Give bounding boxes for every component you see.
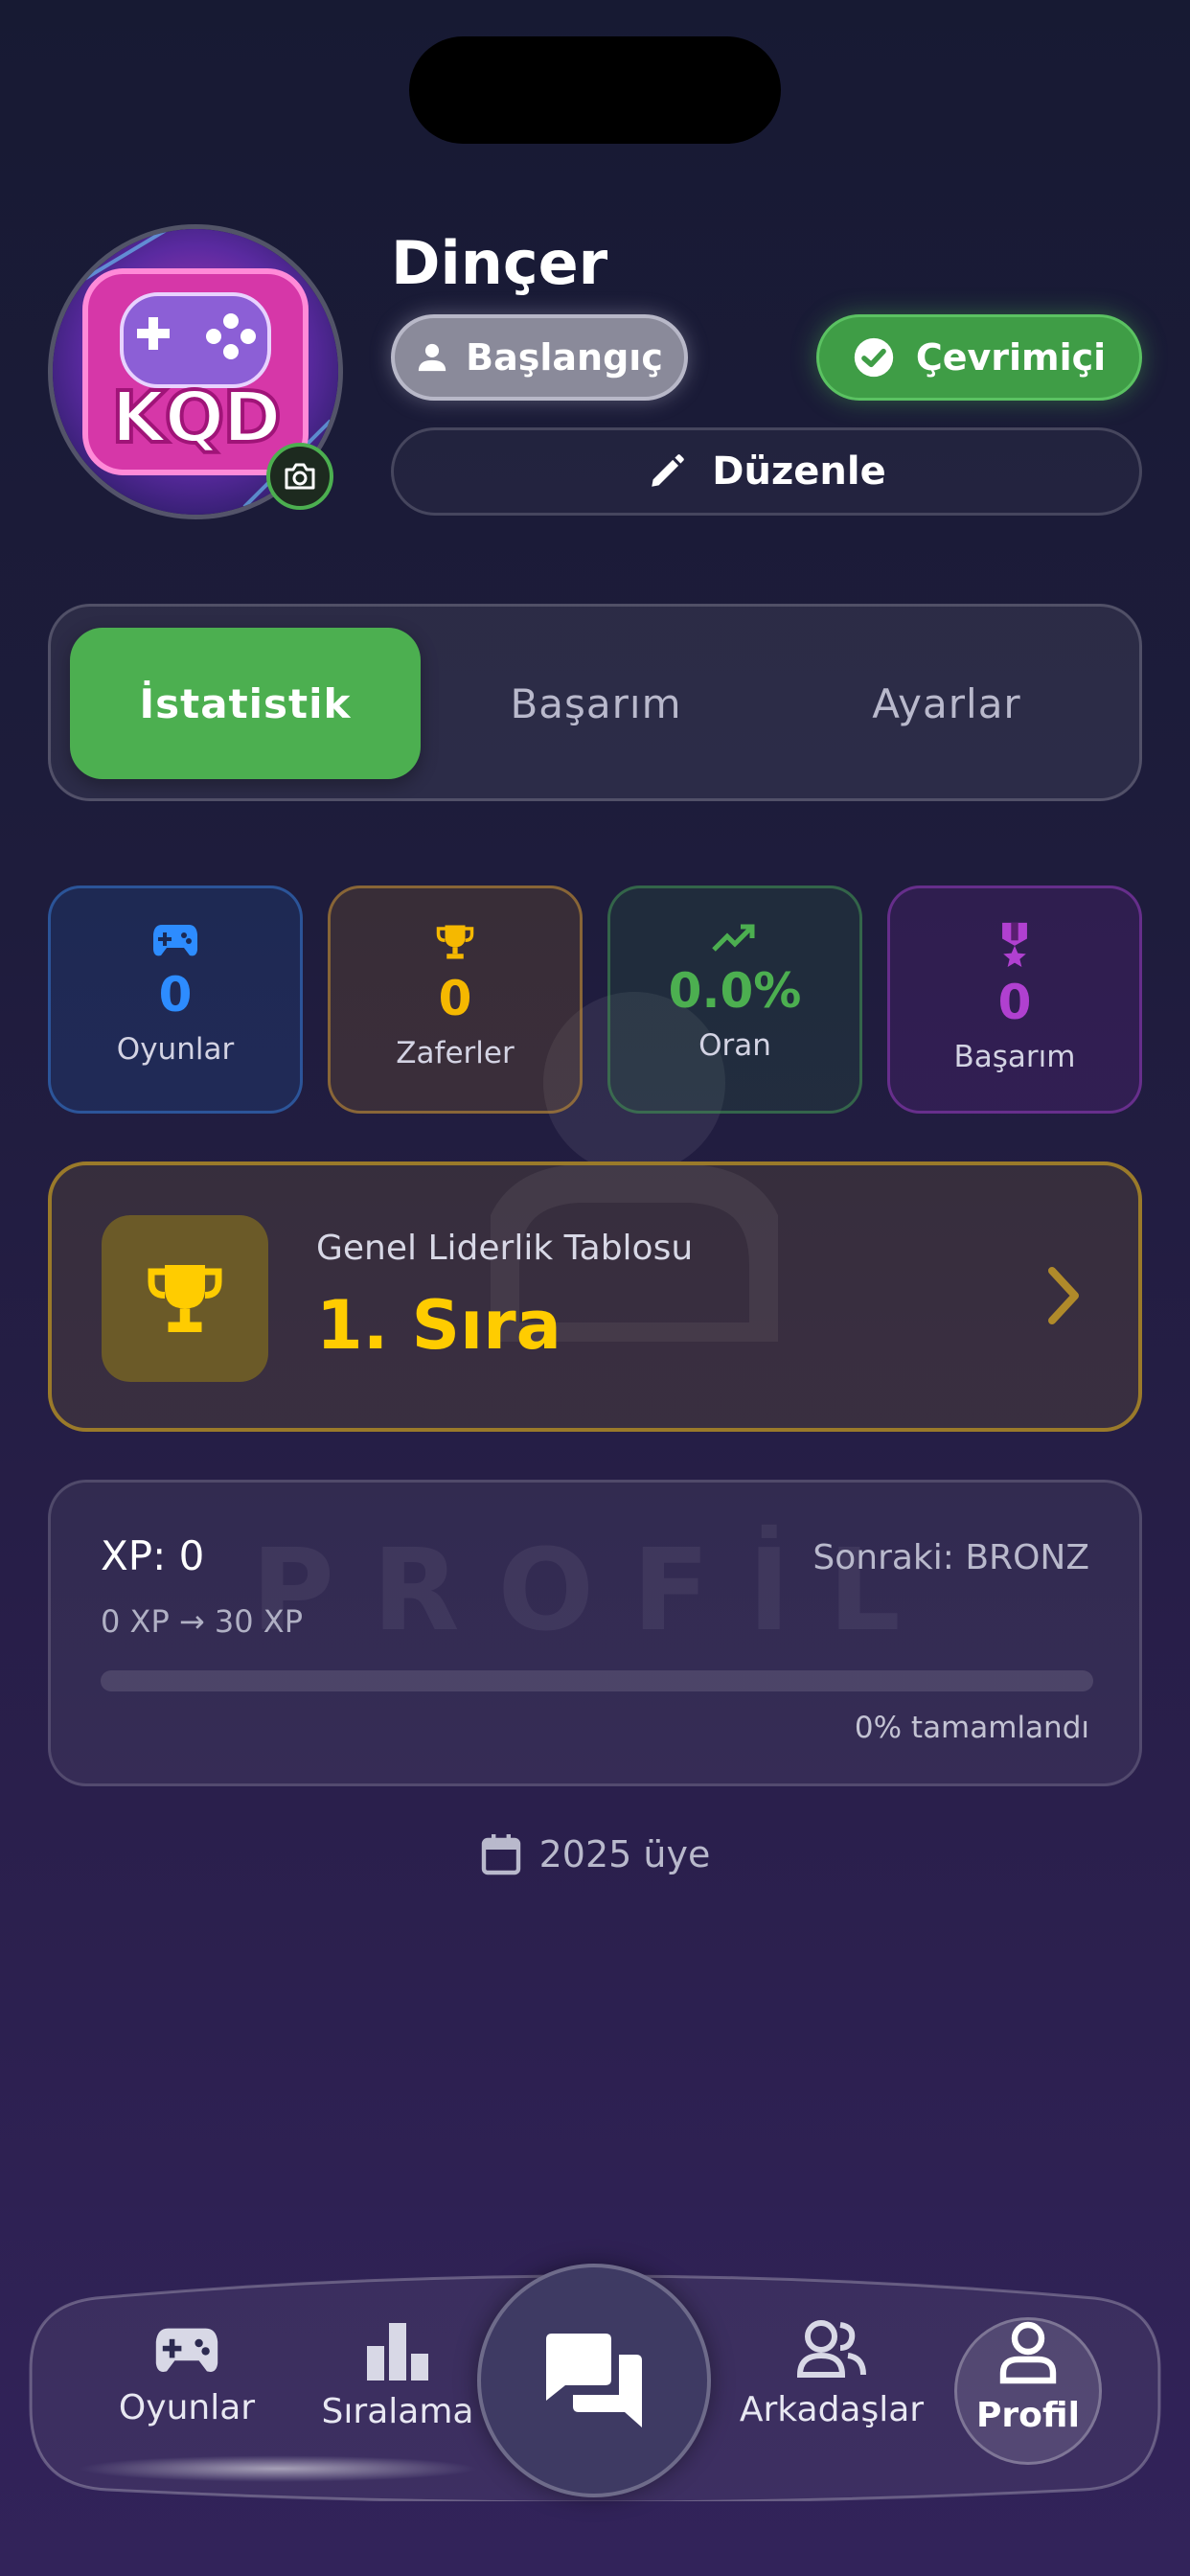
rank-badge: Başlangıç bbox=[391, 314, 688, 401]
check-circle-icon bbox=[854, 337, 893, 378]
tab-settings[interactable]: Ayarlar bbox=[771, 628, 1122, 779]
status-label: Çevrimiçi bbox=[915, 336, 1107, 379]
xp-percent: 0% tamamlandı bbox=[854, 1711, 1089, 1745]
xp-card: XP: 0 Sonraki: BRONZ 0 XP → 30 XP 0% tam… bbox=[48, 1480, 1142, 1786]
member-since: 2025 üye bbox=[0, 1832, 1190, 1876]
stat-card-achievements: 0 Başarım bbox=[887, 886, 1142, 1114]
stat-card-games: 0 Oyunlar bbox=[48, 886, 303, 1114]
leaderboard-title: Genel Liderlik Tablosu bbox=[316, 1229, 694, 1268]
nav-label-ranking: Sıralama bbox=[321, 2392, 474, 2431]
leaderboard-rank: 1. Sıra bbox=[316, 1286, 561, 1365]
stat-label-achievements: Başarım bbox=[953, 1040, 1076, 1074]
leaderboard-card[interactable]: Genel Liderlik Tablosu 1. Sıra bbox=[48, 1162, 1142, 1432]
xp-progress-bar bbox=[101, 1670, 1093, 1691]
edit-label: Düzenle bbox=[712, 449, 886, 494]
username: Dinçer bbox=[391, 228, 608, 298]
nav-label-games: Oyunlar bbox=[118, 2388, 256, 2427]
xp-value: XP: 0 bbox=[101, 1532, 205, 1579]
nav-item-profile[interactable]: Profil bbox=[935, 2321, 1121, 2435]
trophy-icon bbox=[148, 1265, 222, 1332]
medal-icon bbox=[1002, 922, 1027, 967]
calendar-icon bbox=[481, 1834, 520, 1875]
nav-item-friends[interactable]: Arkadaşlar bbox=[726, 2319, 937, 2429]
tab-statistics[interactable]: İstatistik bbox=[70, 628, 421, 779]
xp-range: 0 XP → 30 XP bbox=[101, 1603, 304, 1640]
gamepad-icon bbox=[155, 2328, 218, 2372]
profile-tabs: İstatistik Başarım Ayarlar bbox=[48, 604, 1142, 801]
stat-label-ratio: Oran bbox=[698, 1028, 771, 1063]
change-photo-button[interactable] bbox=[266, 443, 333, 510]
nav-label-profile: Profil bbox=[976, 2396, 1080, 2435]
stat-label-wins: Zaferler bbox=[396, 1036, 515, 1070]
rank-label: Başlangıç bbox=[466, 336, 663, 379]
pencil-icon bbox=[652, 454, 685, 487]
chat-icon bbox=[546, 2334, 642, 2427]
stat-value-wins: 0 bbox=[438, 971, 472, 1026]
stat-value-games: 0 bbox=[158, 967, 193, 1023]
stat-card-ratio: 0.0% Oran bbox=[607, 886, 862, 1114]
user-icon bbox=[999, 2321, 1057, 2384]
trending-up-icon bbox=[712, 924, 755, 952]
camera-icon bbox=[285, 463, 315, 490]
tab-achievements[interactable]: Başarım bbox=[421, 628, 771, 779]
user-icon bbox=[418, 343, 446, 372]
stat-card-wins: 0 Zaferler bbox=[328, 886, 583, 1114]
edit-profile-button[interactable]: Düzenle bbox=[391, 427, 1142, 516]
trophy-icon bbox=[436, 925, 474, 959]
online-status-badge: Çevrimiçi bbox=[816, 314, 1142, 401]
stat-value-achievements: 0 bbox=[997, 975, 1032, 1030]
nav-label-friends: Arkadaşlar bbox=[739, 2390, 925, 2429]
gamepad-icon bbox=[153, 925, 197, 956]
friends-icon bbox=[796, 2320, 866, 2378]
nav-item-ranking[interactable]: Sıralama bbox=[307, 2319, 489, 2431]
stat-label-games: Oyunlar bbox=[116, 1032, 235, 1067]
nav-item-games[interactable]: Oyunlar bbox=[96, 2323, 278, 2427]
chevron-right-icon bbox=[1048, 1267, 1079, 1324]
device-notch bbox=[409, 36, 781, 144]
xp-next-rank: Sonraki: BRONZ bbox=[812, 1538, 1089, 1577]
bar-chart-icon bbox=[367, 2323, 428, 2380]
leaderboard-trophy-tile bbox=[102, 1215, 268, 1382]
stat-value-ratio: 0.0% bbox=[668, 963, 802, 1019]
chat-button[interactable] bbox=[477, 2264, 711, 2497]
bottom-nav: Oyunlar Sıralama Arkadaşlar Profil bbox=[29, 2264, 1161, 2501]
member-since-label: 2025 üye bbox=[538, 1833, 711, 1875]
